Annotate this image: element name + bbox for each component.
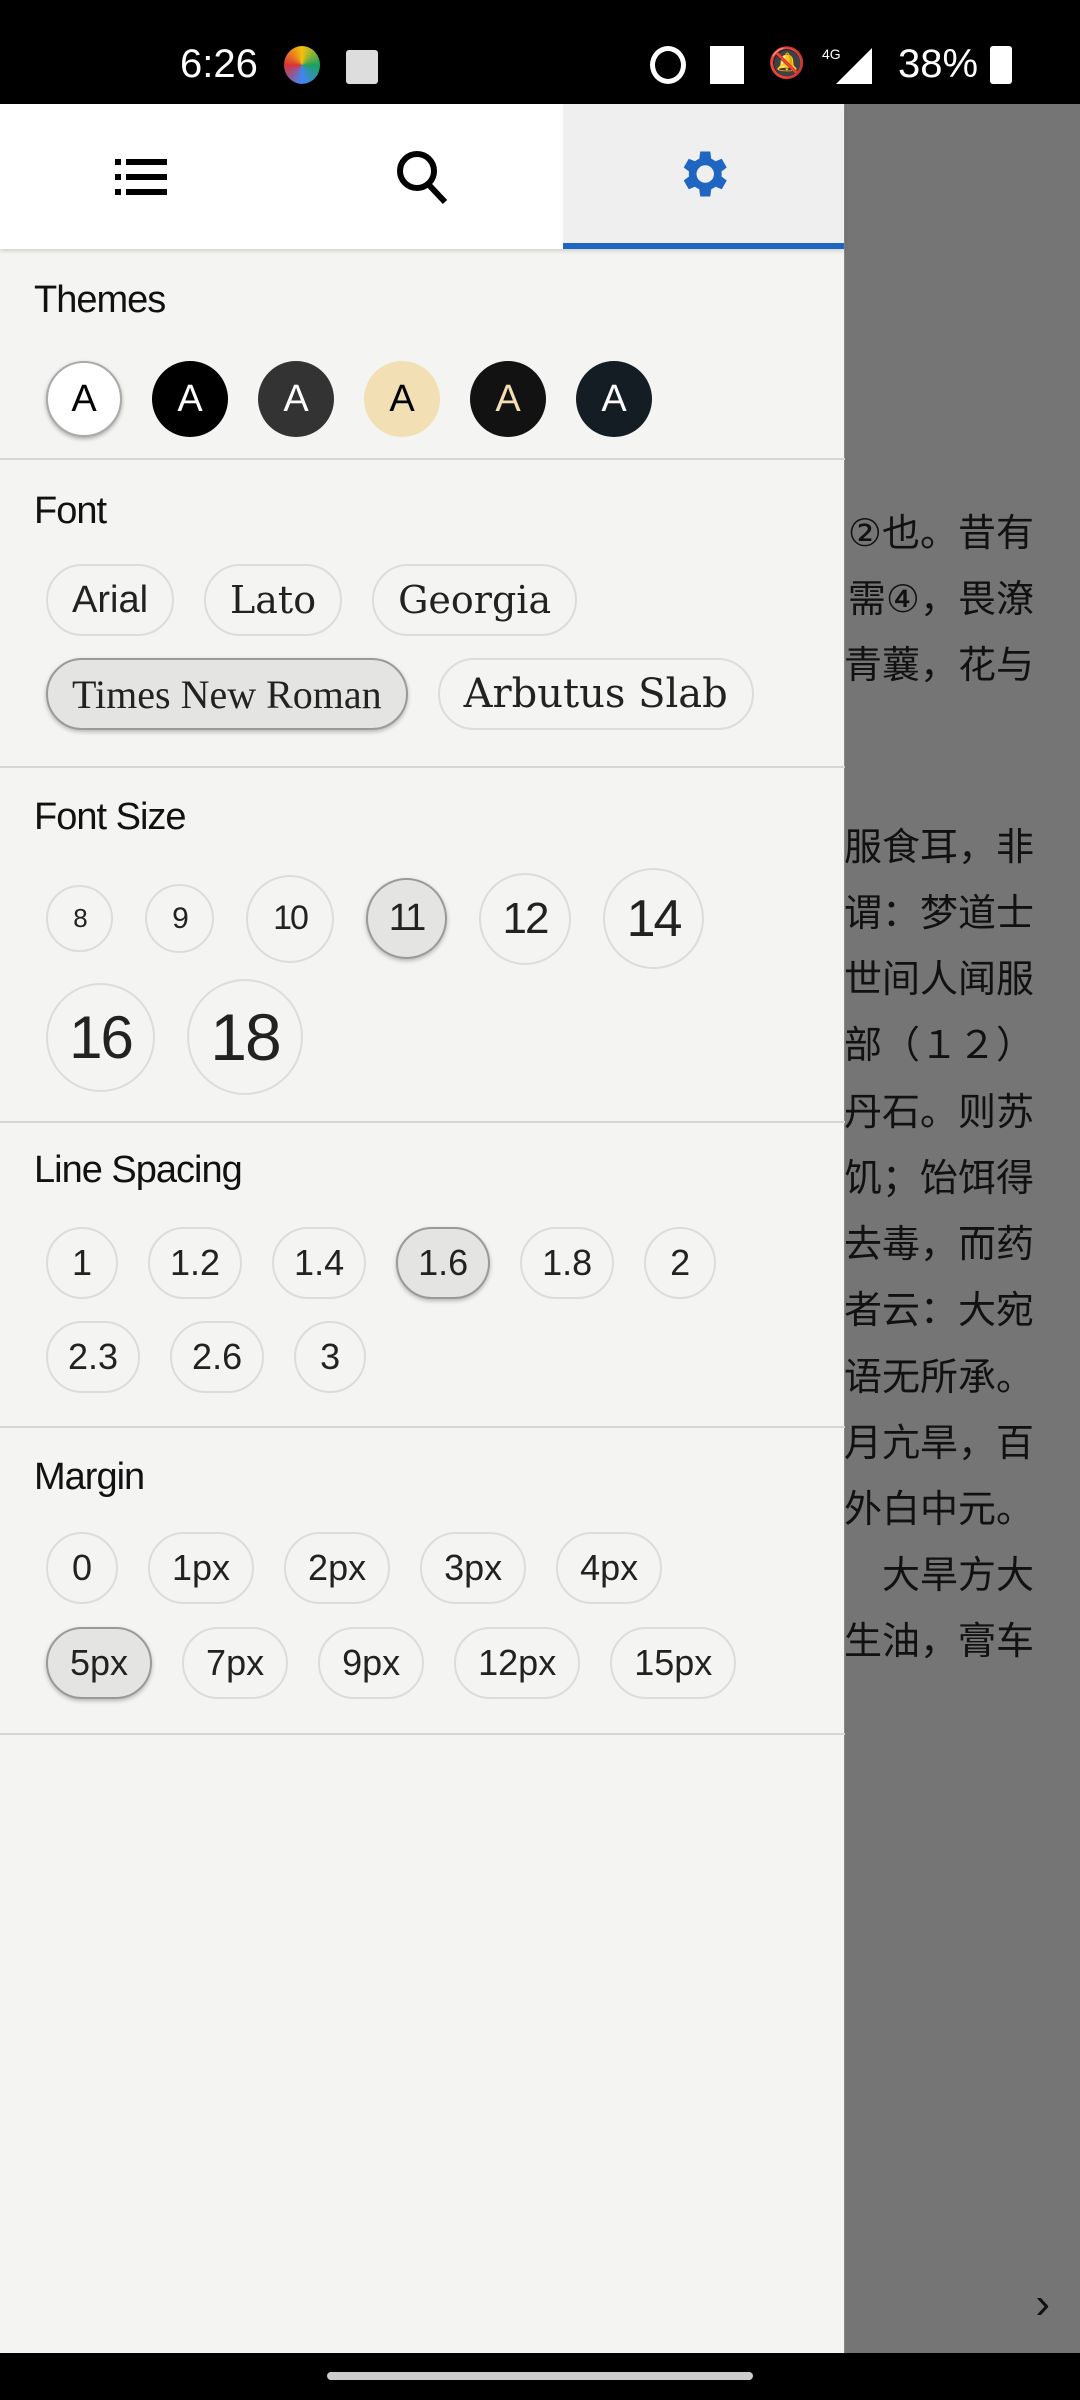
themes-section: Themes AAAAAA (0, 249, 845, 460)
margin-option[interactable]: 9px (318, 1627, 425, 1699)
font-option-lato[interactable]: Lato (204, 564, 343, 636)
line-spacing-row: 2.3 2.6 3 (46, 1321, 367, 1393)
font-size-option-10[interactable]: 10 (246, 874, 334, 963)
font-size-option-11[interactable]: 11 (366, 878, 447, 959)
font-row: Arial Lato Georgia (46, 564, 578, 636)
themes-row: AAAAAA (46, 361, 652, 437)
font-size-option-9[interactable]: 9 (145, 884, 214, 953)
image-icon (346, 50, 378, 84)
theme-option[interactable]: A (46, 361, 122, 437)
status-bar: 6:26 🔕 4G 38% (0, 0, 1080, 104)
font-row: Times New Roman Arbutus Slab (46, 658, 754, 730)
section-title: Font Size (34, 796, 187, 838)
font-size-option-18[interactable]: 18 (187, 979, 303, 1095)
volte-icon (710, 46, 744, 84)
home-indicator[interactable] (327, 2372, 753, 2380)
drawer-tabs (0, 104, 844, 249)
theme-option[interactable]: A (364, 361, 440, 437)
list-icon (114, 158, 167, 195)
font-size-row: 8 9 10 11 12 14 (46, 868, 704, 969)
section-title: Line Spacing (34, 1149, 243, 1191)
font-size-row: 16 18 (46, 979, 303, 1095)
margin-row: 5px 7px 9px 12px 15px (46, 1627, 737, 1699)
theme-option[interactable]: A (576, 361, 652, 437)
margin-option[interactable]: 3px (420, 1532, 527, 1604)
font-option-arial[interactable]: Arial (46, 564, 175, 636)
next-page-button[interactable]: › (1035, 2279, 1050, 2329)
line-spacing-option[interactable]: 1.2 (148, 1227, 243, 1299)
line-spacing-option[interactable]: 1.4 (272, 1227, 367, 1299)
battery-percent: 38% (898, 42, 979, 86)
line-spacing-option[interactable]: 2 (644, 1227, 717, 1299)
margin-row: 0 1px 2px 3px 4px (46, 1532, 663, 1604)
font-size-option-14[interactable]: 14 (603, 868, 704, 969)
tab-contents[interactable] (0, 104, 281, 249)
line-spacing-row: 1 1.2 1.4 1.6 1.8 2 (46, 1227, 717, 1299)
font-option-times-new-roman[interactable]: Times New Roman (46, 658, 408, 730)
line-spacing-option[interactable]: 1.8 (520, 1227, 615, 1299)
line-spacing-option[interactable]: 3 (294, 1321, 367, 1393)
tab-settings[interactable] (562, 104, 844, 249)
alarm-icon (650, 46, 686, 84)
margin-section: Margin 0 1px 2px 3px 4px 5px 7px 9px 12px 15px (0, 1428, 845, 1735)
line-spacing-option[interactable]: 2.6 (170, 1321, 265, 1393)
gear-icon (684, 151, 728, 196)
battery-icon (990, 46, 1012, 84)
settings-drawer: Themes AAAAAA Font Arial Lato Georgia Time… (0, 104, 845, 2353)
margin-option[interactable]: 1px (148, 1532, 255, 1604)
bell-off-icon: 🔕 (768, 47, 806, 80)
font-option-arbutus-slab[interactable]: Arbutus Slab (437, 658, 754, 730)
margin-option[interactable]: 5px (46, 1627, 153, 1699)
search-icon (396, 150, 448, 204)
margin-option[interactable]: 0 (46, 1532, 118, 1604)
font-size-option-16[interactable]: 16 (46, 982, 155, 1092)
margin-option[interactable]: 7px (182, 1627, 289, 1699)
signal-icon: 4G (822, 46, 872, 84)
line-spacing-option[interactable]: 2.3 (46, 1321, 141, 1393)
theme-option[interactable]: A (258, 361, 334, 437)
font-section: Font Arial Lato Georgia Times New Roman Arb… (0, 460, 845, 768)
margin-option[interactable]: 15px (610, 1627, 737, 1699)
font-size-section: Font Size 8 9 10 11 12 14 16 18 (0, 768, 845, 1123)
line-spacing-option[interactable]: 1 (46, 1227, 118, 1299)
margin-option[interactable]: 4px (556, 1532, 663, 1604)
theme-option[interactable]: A (470, 361, 546, 437)
margin-option[interactable]: 12px (454, 1627, 581, 1699)
font-size-option-12[interactable]: 12 (479, 872, 571, 965)
margin-option[interactable]: 2px (284, 1532, 391, 1604)
section-title: Themes (34, 279, 166, 321)
font-option-georgia[interactable]: Georgia (372, 564, 578, 636)
font-size-option-8[interactable]: 8 (46, 885, 113, 952)
app-icon (284, 46, 320, 84)
status-time: 6:26 (180, 42, 258, 86)
theme-option[interactable]: A (152, 361, 228, 437)
section-title: Margin (34, 1456, 145, 1498)
line-spacing-option[interactable]: 1.6 (396, 1227, 491, 1299)
line-spacing-section: Line Spacing 1 1.2 1.4 1.6 1.8 2 2.3 2.6 3 (0, 1123, 845, 1428)
section-title: Font (34, 490, 107, 532)
tab-search[interactable] (281, 104, 562, 249)
